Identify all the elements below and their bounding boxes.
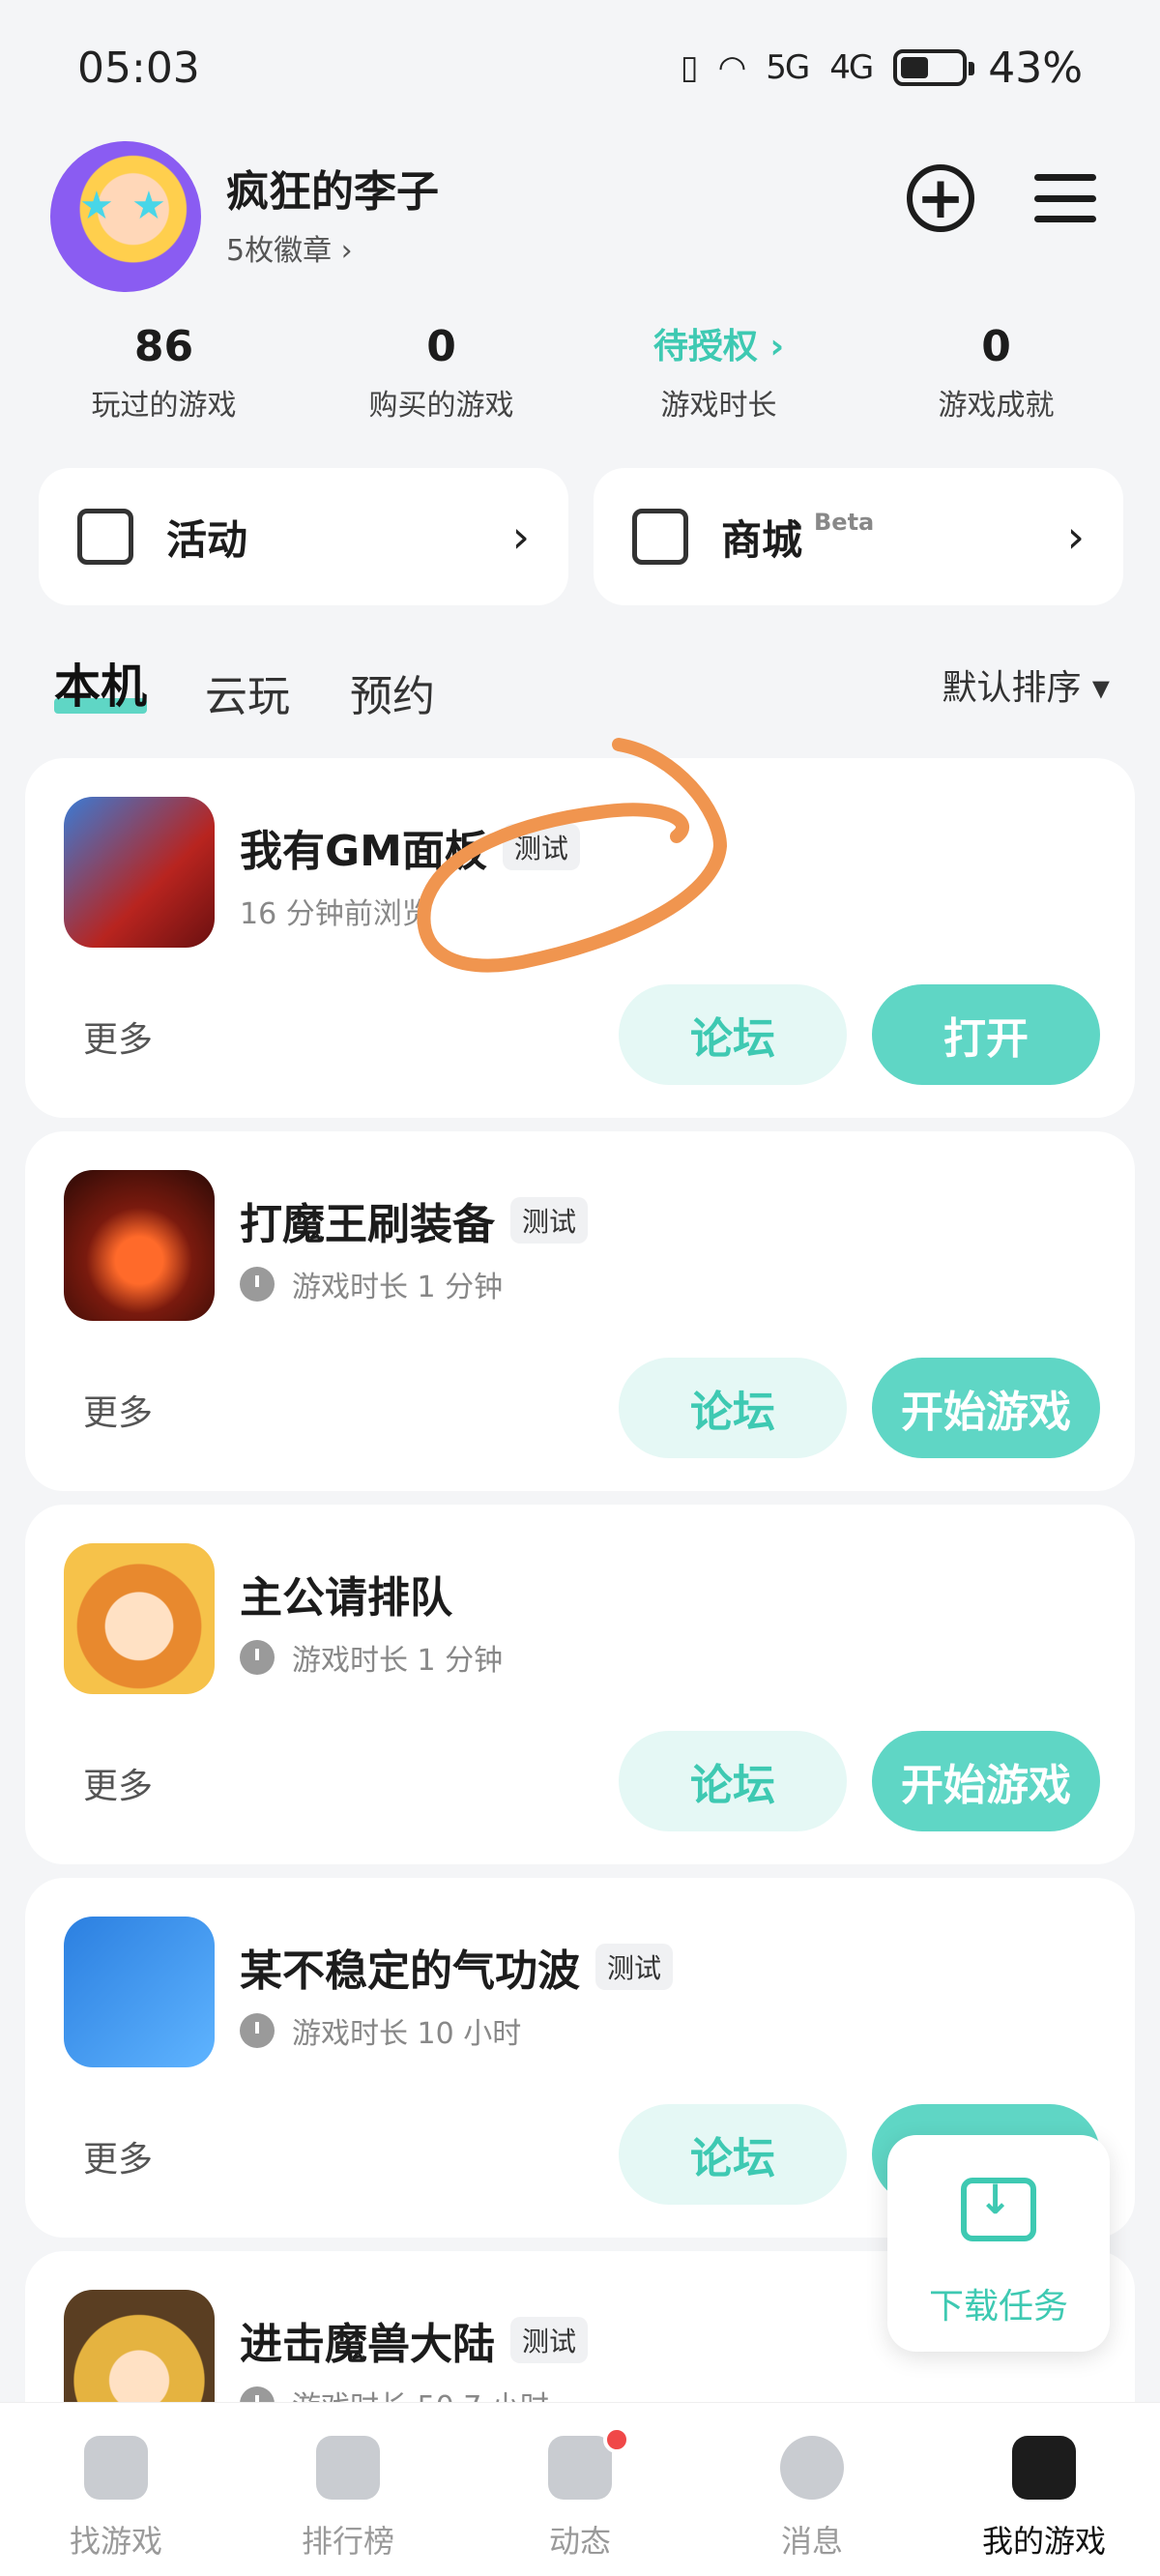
nav-feed[interactable]: 动态 (464, 2403, 696, 2576)
menu-button[interactable] (1034, 174, 1096, 222)
podium-icon (316, 2436, 380, 2500)
game-card[interactable]: 主公请排队 游戏时长 1 分钟 更多 论坛 开始游戏 (25, 1505, 1135, 1864)
gift-icon (77, 509, 133, 565)
test-tag: 测试 (510, 1197, 589, 1244)
wifi-icon: ◠ (717, 48, 747, 87)
sort-dropdown[interactable]: 默认排序 ▾ (942, 659, 1110, 710)
gamepad-icon (1012, 2436, 1076, 2500)
game-card[interactable]: 打魔王刷装备 测试 游戏时长 1 分钟 更多 论坛 开始游戏 (25, 1131, 1135, 1491)
more-button[interactable]: 更多 (83, 1385, 153, 1435)
battery-percent: 43% (988, 43, 1083, 93)
stat-achievements[interactable]: 0 游戏成就 (857, 319, 1135, 425)
beta-badge: Beta (814, 509, 875, 536)
status-time: 05:03 (77, 43, 200, 93)
more-button[interactable]: 更多 (83, 2131, 153, 2181)
bottom-nav: 找游戏 排行榜 动态 消息 我的游戏 (0, 2402, 1160, 2576)
tab-local[interactable]: 本机 (54, 648, 148, 716)
stat-purchased-games[interactable]: 0 购买的游戏 (303, 319, 580, 425)
nav-find-games[interactable]: 找游戏 (0, 2403, 232, 2576)
plus-icon: + (915, 164, 966, 232)
signal-5g-icon: 5G (766, 48, 810, 87)
forum-button[interactable]: 论坛 (619, 2104, 847, 2205)
chevron-right-icon: › (1066, 511, 1085, 563)
stopwatch-icon (240, 1267, 275, 1302)
game-icon (64, 1917, 215, 2067)
star-icon: ★ (131, 184, 166, 228)
signal-4g-icon: 4G (829, 48, 874, 87)
open-button[interactable]: 打开 (872, 984, 1100, 1085)
test-tag: 测试 (510, 2317, 589, 2363)
stopwatch-icon (240, 1640, 275, 1675)
status-icons: ▯ ◠ 5G 4G 43% (681, 44, 1083, 93)
game-subtitle: 16 分钟前浏览 (240, 897, 431, 931)
game-subtitle: 游戏时长 1 分钟 (240, 1263, 503, 1305)
activity-label: 活动 (166, 515, 248, 564)
avatar[interactable]: ★ ★ (50, 141, 201, 292)
vibrate-icon: ▯ (680, 48, 699, 87)
username[interactable]: 疯狂的李子 (226, 157, 439, 219)
game-title: 主公请排队 (240, 1573, 452, 1623)
nav-my-games[interactable]: 我的游戏 (928, 2403, 1160, 2576)
activity-card[interactable]: 活动 › (39, 468, 568, 605)
notification-dot (603, 2426, 630, 2453)
stat-play-time[interactable]: 待授权 › 游戏时长 (580, 319, 857, 425)
shop-icon (632, 509, 688, 565)
tab-reserve[interactable]: 预约 (350, 661, 435, 723)
forum-button[interactable]: 论坛 (619, 984, 847, 1085)
game-title: 我有GM面板 测试 (240, 816, 580, 878)
game-card[interactable]: 我有GM面板 测试 16 分钟前浏览 更多 论坛 打开 (25, 758, 1135, 1118)
add-button[interactable]: + (907, 164, 974, 232)
forum-button[interactable]: 论坛 (619, 1731, 847, 1831)
game-tabs: 本机 云玩 预约 默认排序 ▾ (0, 648, 1160, 725)
chat-icon (780, 2436, 844, 2500)
test-tag: 测试 (502, 824, 580, 870)
star-icon: ★ (79, 184, 114, 228)
game-title: 打魔王刷装备 测试 (240, 1189, 589, 1251)
game-title: 某不稳定的气功波 测试 (240, 1936, 674, 1998)
game-icon (64, 797, 215, 948)
hamburger-icon (1034, 174, 1096, 181)
game-title: 进击魔兽大陆 测试 (240, 2309, 589, 2371)
chevron-right-icon: › (511, 511, 530, 563)
nav-rankings[interactable]: 排行榜 (232, 2403, 464, 2576)
forum-button[interactable]: 论坛 (619, 1358, 847, 1458)
start-game-button[interactable]: 开始游戏 (872, 1731, 1100, 1831)
nav-messages[interactable]: 消息 (696, 2403, 928, 2576)
tab-cloud[interactable]: 云玩 (205, 661, 290, 723)
status-bar: 05:03 ▯ ◠ 5G 4G 43% (0, 0, 1160, 135)
more-button[interactable]: 更多 (83, 1758, 153, 1808)
profile-header: ★ ★ 疯狂的李子 5枚徽章 › + (0, 135, 1160, 292)
store-card[interactable]: 商城 Beta › (594, 468, 1123, 605)
stats-row: 86 玩过的游戏 0 购买的游戏 待授权 › 游戏时长 0 游戏成就 (0, 319, 1160, 425)
download-icon (961, 2176, 1036, 2241)
game-icon (64, 1543, 215, 1694)
start-game-button[interactable]: 开始游戏 (872, 1358, 1100, 1458)
stopwatch-icon (240, 2013, 275, 2048)
test-tag: 测试 (595, 1944, 674, 1990)
badges-link[interactable]: 5枚徽章 › (226, 226, 353, 269)
more-button[interactable]: 更多 (83, 1011, 153, 1062)
feed-icon (548, 2436, 612, 2500)
download-task-label: 下载任务 (928, 2287, 1068, 2327)
store-label: 商城 (721, 515, 803, 564)
battery-icon (893, 49, 975, 86)
stat-played-games[interactable]: 86 玩过的游戏 (25, 319, 303, 425)
game-subtitle: 游戏时长 10 小时 (240, 2009, 521, 2052)
download-task-button[interactable]: 下载任务 (887, 2135, 1110, 2352)
game-subtitle: 游戏时长 1 分钟 (240, 1636, 503, 1679)
game-icon (64, 1170, 215, 1321)
find-games-icon (84, 2436, 148, 2500)
